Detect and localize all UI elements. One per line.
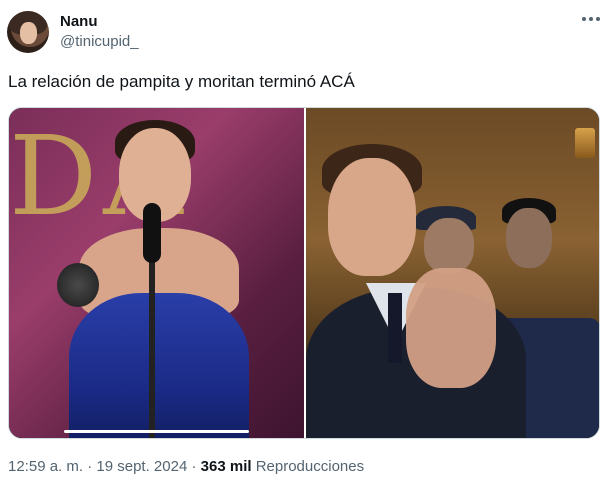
meta-separator: · — [83, 458, 97, 475]
man-face — [328, 158, 416, 276]
more-dot — [589, 17, 593, 21]
cap-man-face — [424, 218, 474, 274]
avatar[interactable] — [7, 11, 49, 53]
media-image-left[interactable]: DA — [9, 108, 304, 438]
tweet-time[interactable]: 12:59 a. m. — [8, 458, 83, 475]
microphone — [143, 203, 161, 263]
bystander-face — [506, 208, 552, 268]
more-dot — [596, 17, 600, 21]
clapping-hands — [406, 268, 496, 388]
media-grid[interactable]: DA — [8, 107, 600, 439]
channel-badge-icon — [575, 128, 595, 158]
more-icon[interactable] — [582, 17, 600, 23]
video-progress-bar[interactable] — [64, 430, 249, 433]
views-label: Reproducciones — [255, 458, 365, 475]
media-image-right[interactable] — [306, 108, 599, 438]
meta-separator: · — [187, 458, 201, 475]
woman-dress — [69, 293, 249, 438]
tweet-text: La relación de pampita y moritan terminó… — [8, 72, 355, 91]
views-count: 363 mil — [200, 458, 252, 475]
tweet-meta: 12:59 a. m. · 19 sept. 2024 · 363 mil Re… — [8, 458, 364, 475]
trophy — [57, 263, 99, 307]
man-tie — [388, 293, 402, 363]
author-handle[interactable]: @tinicupid_ — [60, 33, 139, 50]
tweet-date[interactable]: 19 sept. 2024 — [96, 458, 187, 475]
more-dot — [582, 17, 586, 21]
author-name[interactable]: Nanu — [60, 13, 98, 30]
avatar-face — [20, 22, 37, 44]
